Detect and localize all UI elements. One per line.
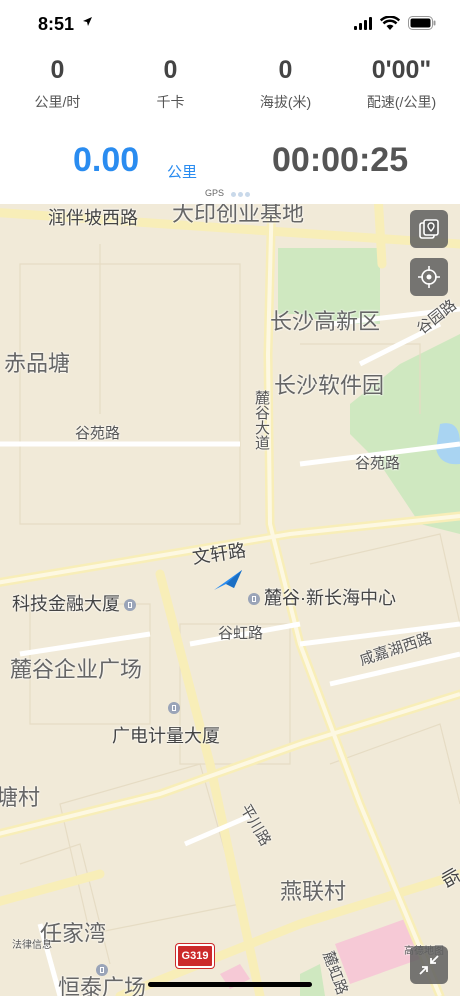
gps-label: GPS	[205, 188, 225, 198]
map-legal-info-link[interactable]: 法律信息	[12, 936, 52, 951]
map-label-guhong-road: 谷虹路	[218, 625, 264, 642]
calories-value: 0	[163, 56, 178, 84]
duration-value: 00:00:25	[272, 141, 409, 179]
location-arrow-icon	[83, 17, 92, 26]
pace-stat: 0'00" 配速(/公里)	[344, 56, 459, 112]
hengtai-name: 恒泰广场	[58, 975, 147, 996]
altitude-stat: 0 海拔(米)	[228, 56, 343, 112]
map-label-top-road: 润伴坡西路	[48, 208, 138, 228]
pace-value: 0'00"	[371, 56, 432, 84]
map-layers-button[interactable]	[410, 210, 448, 248]
speed-label: 公里/时	[34, 94, 81, 110]
home-indicator[interactable]	[148, 982, 312, 987]
map-label-guangdian: 广电计量大厦	[112, 702, 220, 748]
map-label-yanlian-village: 燕联村	[280, 879, 347, 904]
collapse-map-button[interactable]	[410, 946, 448, 984]
pace-label: 配速(/公里)	[366, 94, 437, 110]
map-layers-icon	[419, 219, 439, 239]
building-poi-icon	[96, 964, 108, 976]
map-label-guyuan-road-left: 谷苑路	[75, 425, 121, 442]
guangdian-name: 广电计量大厦	[112, 726, 220, 746]
map-label-chipin: 赤品塘	[4, 351, 71, 376]
calories-stat: 0 千卡	[113, 56, 228, 112]
cellular-signal-icon	[354, 17, 372, 30]
battery-icon	[408, 16, 436, 30]
map-label-fintech: 科技金融大厦	[12, 590, 140, 616]
locate-button[interactable]	[410, 258, 448, 296]
g319-highway-shield: G319	[176, 944, 214, 968]
navigation-arrow-icon	[214, 570, 242, 590]
new-changhai-name: 麓谷·新长海中心	[264, 588, 396, 608]
building-poi-icon	[248, 593, 260, 606]
speed-value: 0	[50, 56, 65, 84]
map-label-lugu-enterprise: 麓谷企业广场	[10, 657, 143, 682]
status-bar: 8:51	[0, 0, 460, 48]
building-poi-icon	[168, 702, 180, 714]
building-poi-icon	[124, 599, 136, 612]
map-label-hengtai: 恒泰广场	[58, 964, 147, 996]
speed-stat: 0 公里/时	[0, 56, 115, 112]
map-label-software-park: 长沙软件园	[274, 373, 385, 398]
wifi-icon	[380, 16, 400, 30]
map-label-lugu-avenue: 麓谷大道	[253, 390, 270, 450]
fintech-name: 科技金融大厦	[12, 594, 120, 614]
map-label-top-center: 大印创业基地	[172, 204, 305, 226]
map-view[interactable]: 润伴坡西路 大印创业基地 赤品塘 长沙高新区 长沙软件园 谷园路 谷苑路 谷苑路…	[0, 204, 460, 996]
distance-value: 0.00	[73, 141, 140, 179]
collapse-arrows-icon	[419, 955, 439, 975]
altitude-value: 0	[278, 56, 293, 84]
map-label-high-tech: 长沙高新区	[270, 309, 381, 334]
map-label-guyuan-road-right: 谷苑路	[355, 455, 401, 472]
map-label-tang-village: 塘村	[0, 785, 41, 810]
stats-row: 0 公里/时 0 千卡 0 海拔(米) 0'00" 配速(/公里)	[0, 56, 460, 116]
map-label-new-changhai: 麓谷·新长海中心	[244, 584, 396, 610]
calories-label: 千卡	[156, 94, 185, 110]
altitude-label: 海拔(米)	[259, 94, 312, 110]
locate-icon	[418, 266, 440, 288]
distance-unit: 公里	[167, 164, 198, 181]
status-time: 8:51	[38, 14, 75, 34]
